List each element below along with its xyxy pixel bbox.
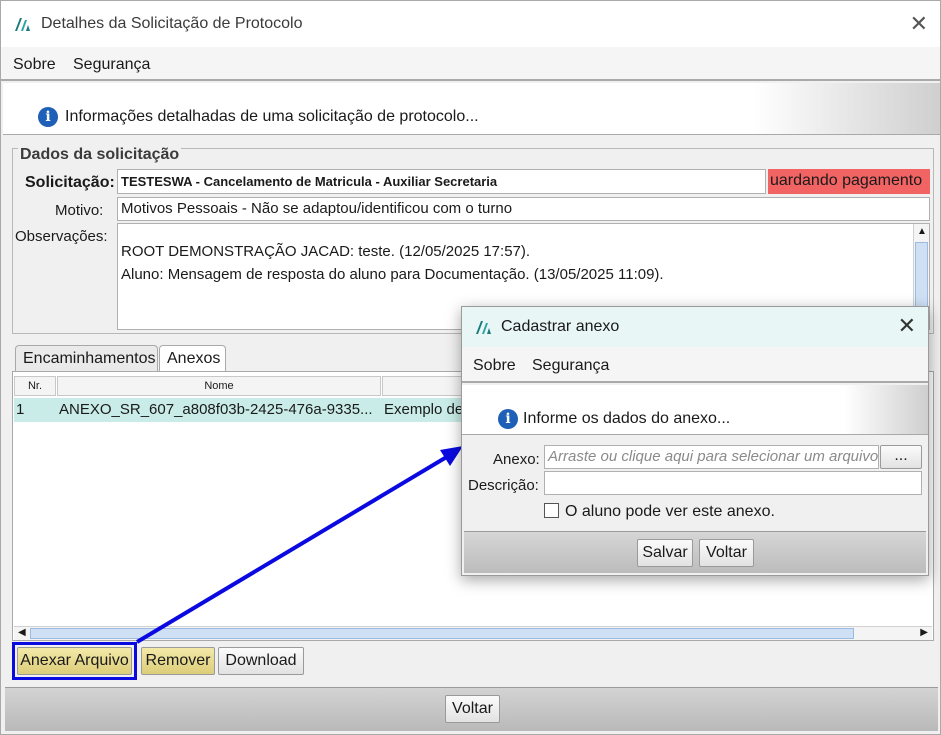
status-badge: uardando pagamento xyxy=(768,169,930,194)
solicitacao-field: TESTESWA - Cancelamento de Matricula - A… xyxy=(117,169,766,194)
app-logo-icon xyxy=(15,18,30,31)
highlight-box xyxy=(12,642,137,680)
browse-button[interactable]: ... xyxy=(880,445,922,469)
col-header-nome[interactable]: Nome xyxy=(57,376,381,396)
menu-sobre[interactable]: Sobre xyxy=(473,357,516,375)
scroll-up-icon[interactable]: ▲ xyxy=(917,226,927,237)
close-icon[interactable]: ✕ xyxy=(898,313,916,339)
scroll-thumb[interactable] xyxy=(915,242,928,312)
info-strip: i Informações detalhadas de uma solicita… xyxy=(3,83,940,135)
salvar-button[interactable]: Salvar xyxy=(637,539,693,567)
menu-bar: Sobre Segurança xyxy=(1,47,940,81)
dialog-title-bar: Cadastrar anexo ✕ xyxy=(462,307,928,347)
aluno-ver-checkbox-label[interactable]: O aluno pode ver este anexo. xyxy=(565,503,775,521)
dialog-info-strip: i Informe os dados do anexo... xyxy=(462,385,928,435)
dialog-footer: Salvar Voltar xyxy=(464,531,926,573)
descricao-label: Descrição: xyxy=(468,477,539,494)
tab-anexos[interactable]: Anexos xyxy=(159,345,226,372)
tab-encaminhamentos[interactable]: Encaminhamentos xyxy=(15,345,158,371)
obs-line: Aluno: Mensagem de resposta do aluno par… xyxy=(121,266,664,283)
info-icon: i xyxy=(498,409,518,429)
menu-seguranca[interactable]: Segurança xyxy=(73,56,150,74)
cadastrar-anexo-dialog: Cadastrar anexo ✕ Sobre Segurança i Info… xyxy=(461,306,929,576)
bottom-bar: Voltar xyxy=(5,687,938,731)
descricao-input[interactable] xyxy=(544,471,922,495)
solicitacao-label: Solicitação: xyxy=(25,174,115,191)
scroll-left-icon[interactable]: ◀ xyxy=(18,627,26,638)
download-button[interactable]: Download xyxy=(218,647,304,675)
cell-nome: ANEXO_SR_607_a808f03b-2425-476a-9335... xyxy=(59,401,373,418)
anexo-label: Anexo: xyxy=(493,451,540,468)
info-text: Informações detalhadas de uma solicitaçã… xyxy=(65,108,479,125)
dialog-voltar-button[interactable]: Voltar xyxy=(699,539,754,567)
hscroll-thumb[interactable] xyxy=(30,628,854,639)
window-title: Detalhes da Solicitação de Protocolo xyxy=(41,15,303,32)
observacoes-label: Observações: xyxy=(15,228,108,245)
dados-legend: Dados da solicitação xyxy=(18,146,182,164)
dialog-menu-bar: Sobre Segurança xyxy=(462,347,928,383)
remover-button[interactable]: Remover xyxy=(141,647,215,675)
motivo-field: Motivos Pessoais - Não se adaptou/identi… xyxy=(117,197,930,221)
cell-descricao: Exemplo de xyxy=(384,401,464,418)
close-icon[interactable]: ✕ xyxy=(910,11,928,37)
table-hscrollbar[interactable]: ◀ ▶ xyxy=(14,626,932,640)
col-header-nr[interactable]: Nr. xyxy=(14,376,56,396)
obs-line: ROOT DEMONSTRAÇÃO JACAD: teste. (12/05/2… xyxy=(121,243,531,260)
dialog-title: Cadastrar anexo xyxy=(501,318,620,335)
anexo-file-input[interactable]: Arraste ou clique aqui para selecionar u… xyxy=(544,445,879,469)
motivo-label: Motivo: xyxy=(55,202,104,219)
checkbox-icon[interactable] xyxy=(544,503,559,518)
cell-nr: 1 xyxy=(16,401,25,418)
app-logo-icon xyxy=(476,321,491,334)
dialog-info-text: Informe os dados do anexo... xyxy=(523,410,731,427)
voltar-button[interactable]: Voltar xyxy=(445,695,500,723)
menu-seguranca[interactable]: Segurança xyxy=(532,357,609,375)
menu-sobre[interactable]: Sobre xyxy=(13,56,56,74)
info-icon: i xyxy=(38,107,58,127)
title-bar: Detalhes da Solicitação de Protocolo ✕ xyxy=(1,1,940,47)
scroll-right-icon[interactable]: ▶ xyxy=(920,627,928,638)
